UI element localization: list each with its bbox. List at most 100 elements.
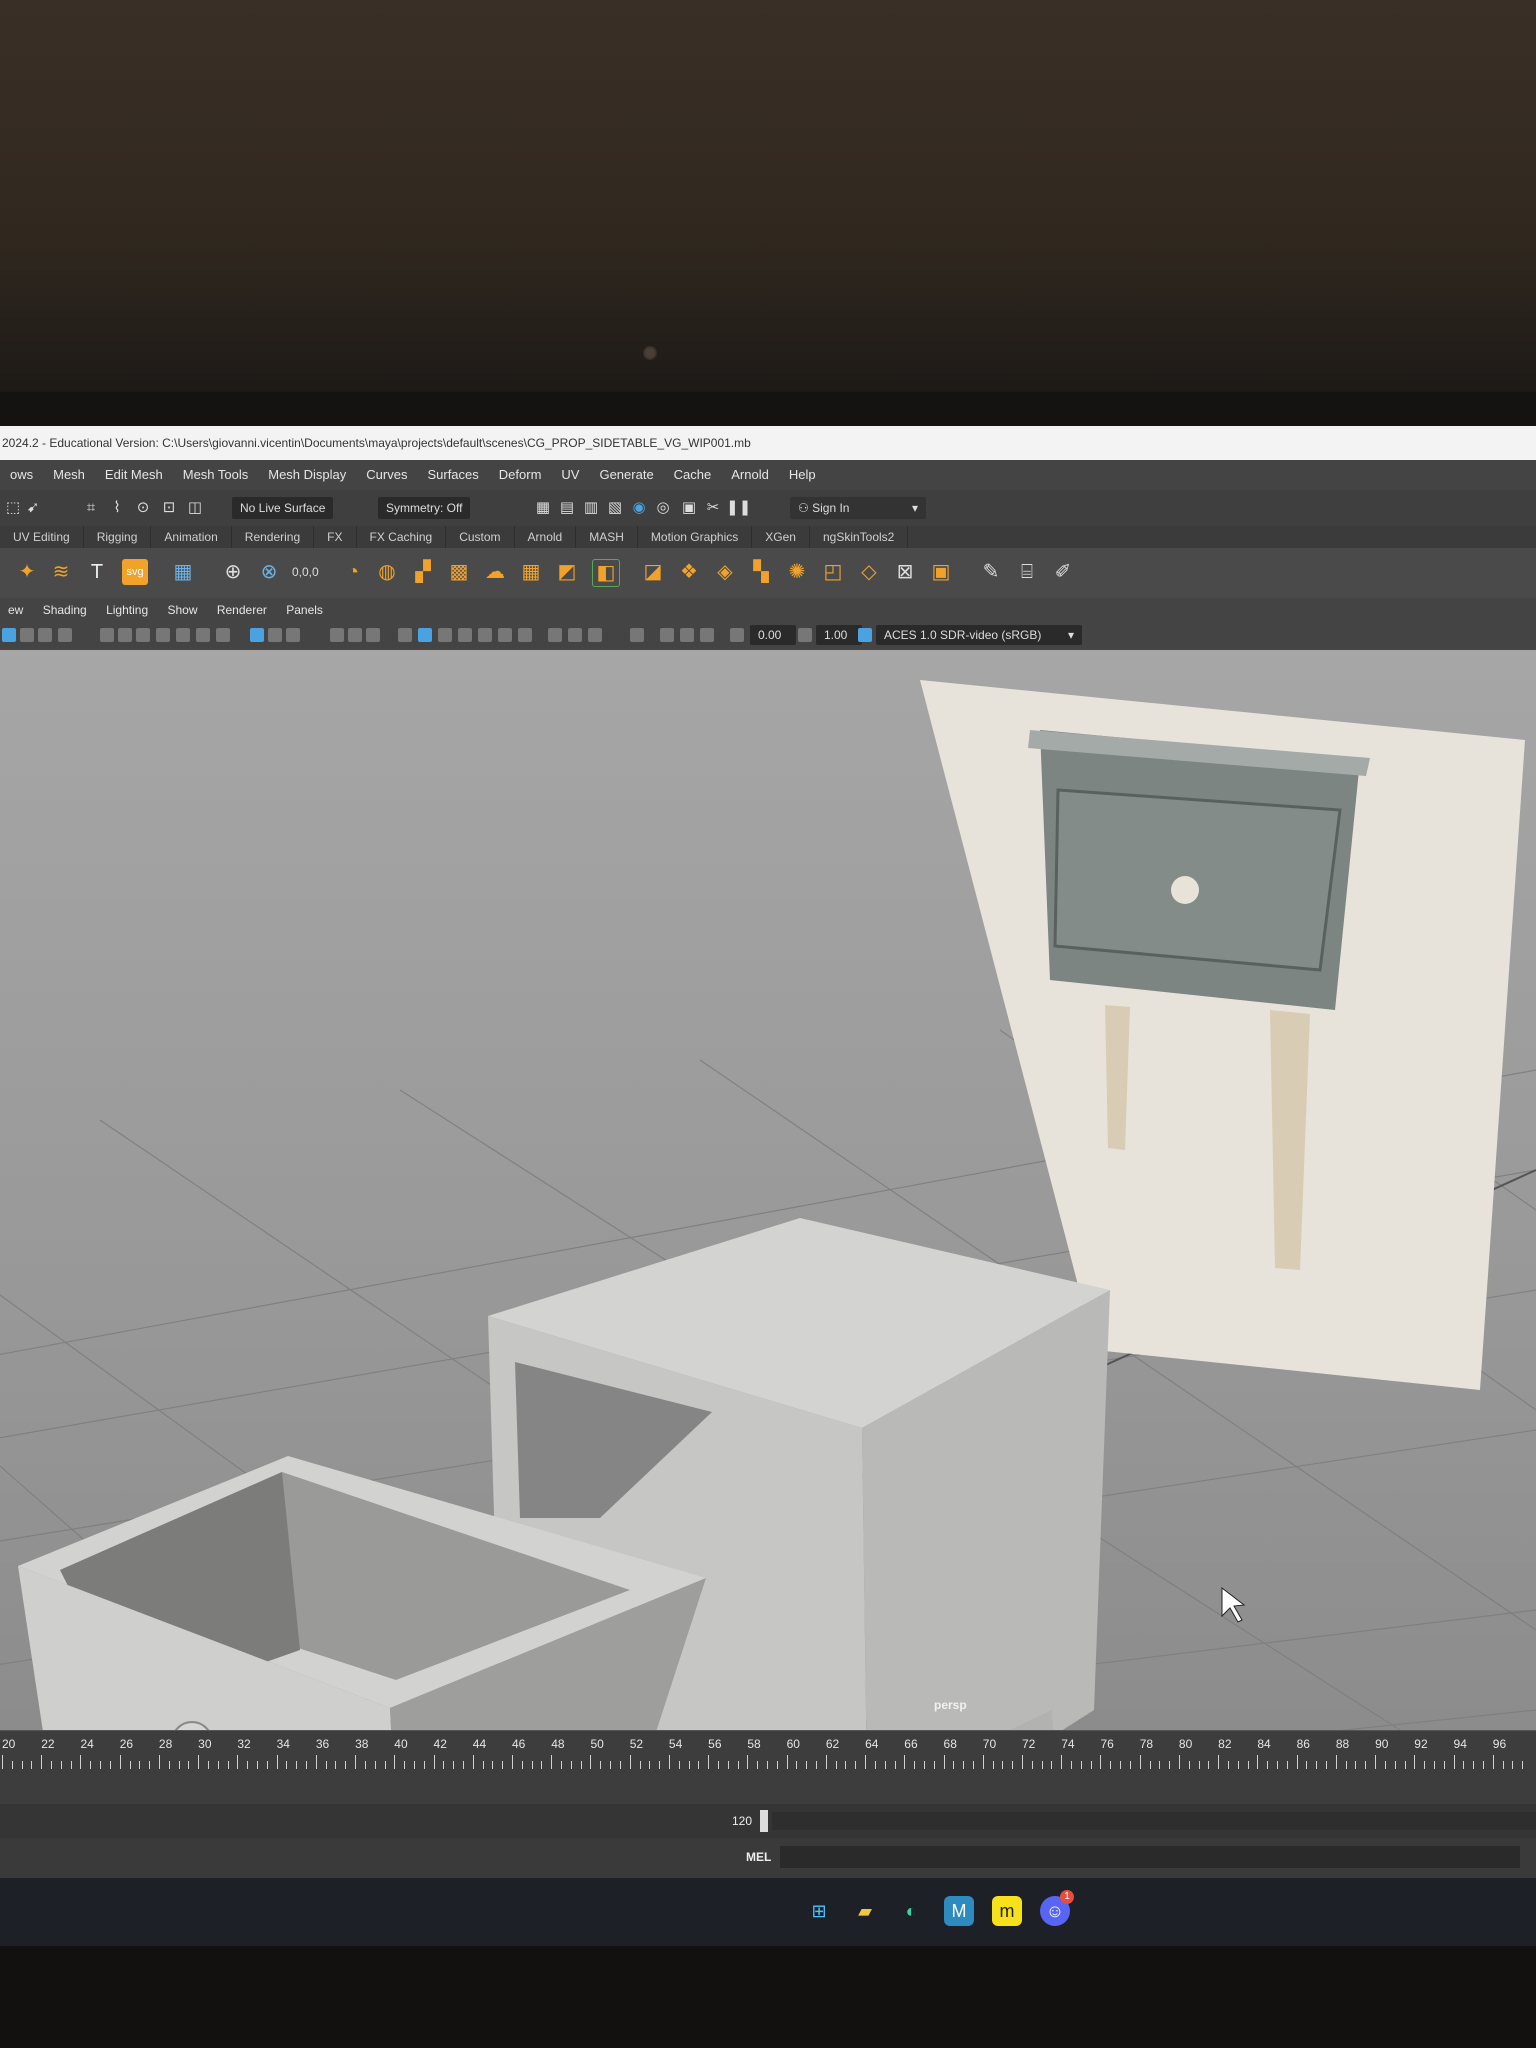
tab-mash[interactable]: MASH: [576, 526, 638, 548]
text-tool-icon[interactable]: T: [84, 559, 110, 585]
gamma-icon[interactable]: [798, 628, 812, 642]
blocks-icon[interactable]: ▞: [410, 559, 436, 585]
menu-lighting[interactable]: Lighting: [98, 603, 156, 617]
menu-arnold[interactable]: Arnold: [721, 460, 779, 490]
camera-select-icon[interactable]: [2, 628, 16, 642]
svg-tool-icon[interactable]: svg: [122, 559, 148, 585]
menu-cache[interactable]: Cache: [664, 460, 722, 490]
tab-fx[interactable]: FX: [314, 526, 357, 548]
range-handle[interactable]: [760, 1810, 768, 1832]
measure-icon[interactable]: ⊗: [256, 559, 282, 585]
exposure-field[interactable]: 0.00: [750, 625, 796, 645]
box-icon[interactable]: ◈: [712, 559, 738, 585]
menu-edit-mesh[interactable]: Edit Mesh: [95, 460, 173, 490]
tab-rendering[interactable]: Rendering: [232, 526, 315, 548]
film-gate-icon[interactable]: [100, 628, 114, 642]
tab-rigging[interactable]: Rigging: [84, 526, 152, 548]
menu-windows[interactable]: ows: [0, 460, 43, 490]
hypershade-icon[interactable]: ◉: [630, 499, 648, 517]
menu-help[interactable]: Help: [779, 460, 826, 490]
menu-shading[interactable]: Shading: [35, 603, 95, 617]
tab-animation[interactable]: Animation: [151, 526, 232, 548]
tab-xgen[interactable]: XGen: [752, 526, 810, 548]
bevel-icon[interactable]: ◰: [820, 559, 846, 585]
menu-generate[interactable]: Generate: [589, 460, 663, 490]
two-panel-icon[interactable]: [700, 628, 714, 642]
smooth-shade-icon[interactable]: [286, 628, 300, 642]
gamma-field[interactable]: 1.00: [816, 625, 862, 645]
tab-uv-editing[interactable]: UV Editing: [0, 526, 84, 548]
frame-icon[interactable]: ⌸: [1014, 559, 1040, 585]
snap-curve-icon[interactable]: ⌇: [108, 499, 126, 517]
multi-cube-icon[interactable]: ▣: [928, 559, 954, 585]
bookmark-icon[interactable]: [38, 628, 52, 642]
menu-uv[interactable]: UV: [551, 460, 589, 490]
cursor-icon[interactable]: ➹: [24, 499, 42, 517]
locator-icon[interactable]: ⊕: [220, 559, 246, 585]
safe-action-icon[interactable]: [176, 628, 190, 642]
wire-on-shaded-icon[interactable]: [398, 628, 412, 642]
plane-icon[interactable]: ◇: [856, 559, 882, 585]
gate-mask-icon[interactable]: [136, 628, 150, 642]
maya-icon[interactable]: M: [944, 1896, 974, 1926]
snap-view-icon[interactable]: ⊡: [160, 499, 178, 517]
pencil-icon[interactable]: ✎: [978, 559, 1004, 585]
arnold-render-icon[interactable]: ◎: [654, 499, 672, 517]
cloud-icon[interactable]: ☁: [482, 559, 508, 585]
select-tool-icon[interactable]: ⬚: [4, 499, 22, 517]
range-track[interactable]: [772, 1812, 1536, 1830]
render-settings-icon[interactable]: ▧: [606, 499, 624, 517]
viewport-scene[interactable]: [0, 650, 1536, 1730]
grid-cubes-icon[interactable]: ▦: [518, 559, 544, 585]
xray-joints-icon[interactable]: [366, 628, 380, 642]
resolution-gate-icon[interactable]: [118, 628, 132, 642]
selected-tool-icon[interactable]: ◧: [592, 559, 620, 587]
antialias-icon[interactable]: [548, 628, 562, 642]
color-management-icon[interactable]: [858, 628, 872, 642]
ipr-icon[interactable]: ▥: [582, 499, 600, 517]
motion-blur-icon[interactable]: [518, 628, 532, 642]
live-surface-field[interactable]: No Live Surface: [232, 497, 334, 519]
scatter-icon[interactable]: ▚: [748, 559, 774, 585]
menu-view[interactable]: ew: [0, 603, 31, 617]
image-plane-icon[interactable]: [58, 628, 72, 642]
brush-icon[interactable]: ✐: [1050, 559, 1076, 585]
menu-mesh-display[interactable]: Mesh Display: [258, 460, 356, 490]
transform-icon[interactable]: ◩: [554, 559, 580, 585]
perspective-viewport[interactable]: persp: [0, 650, 1536, 1730]
soft-mod-icon[interactable]: ◔: [340, 559, 366, 585]
render-view-icon[interactable]: ▣: [680, 499, 698, 517]
sign-in-button[interactable]: ⚇ Sign In ▾: [790, 497, 926, 519]
playblast-icon[interactable]: ✂: [704, 499, 722, 517]
wireframe-icon[interactable]: [268, 628, 282, 642]
mel-input[interactable]: [780, 1846, 1520, 1868]
sphere-icon[interactable]: ◍: [374, 559, 400, 585]
file-explorer-icon[interactable]: ▰: [850, 1896, 880, 1926]
snap-grid-icon[interactable]: ⌗: [82, 499, 100, 517]
pencil-tool-icon[interactable]: [216, 628, 230, 642]
xray-icon[interactable]: [348, 628, 362, 642]
mel-label[interactable]: MEL: [746, 1850, 771, 1864]
menu-show[interactable]: Show: [159, 603, 205, 617]
shadows-icon[interactable]: [478, 628, 492, 642]
tab-custom[interactable]: Custom: [446, 526, 515, 548]
layers-icon[interactable]: ❖: [676, 559, 702, 585]
pause-icon[interactable]: ❚❚: [726, 499, 751, 517]
isolate-icon[interactable]: [330, 628, 344, 642]
textured-icon[interactable]: [438, 628, 452, 642]
star-icon[interactable]: ✦: [14, 559, 40, 585]
menu-surfaces[interactable]: Surfaces: [417, 460, 488, 490]
menu-panels[interactable]: Panels: [278, 603, 331, 617]
grid-calendar-icon[interactable]: ▦: [170, 559, 196, 585]
range-slider[interactable]: 120: [0, 1804, 1536, 1838]
tab-ngskintools2[interactable]: ngSkinTools2: [810, 526, 909, 548]
shaded-icon[interactable]: [418, 628, 432, 642]
tab-fx-caching[interactable]: FX Caching: [357, 526, 447, 548]
curve-tool-icon[interactable]: ≋: [48, 559, 74, 585]
origin-icon[interactable]: 0,0,0: [292, 559, 319, 585]
render-sequence-icon[interactable]: ▤: [558, 499, 576, 517]
exposure-icon[interactable]: [730, 628, 744, 642]
view-transform-select[interactable]: ACES 1.0 SDR-video (sRGB) ▾: [876, 625, 1082, 645]
time-slider[interactable]: 20 22 24 26 28 30 32 34 36 38 40 42 44 46 48 50 52 54 56 58…: [0, 1730, 1536, 1805]
cube-icon[interactable]: ▩: [446, 559, 472, 585]
